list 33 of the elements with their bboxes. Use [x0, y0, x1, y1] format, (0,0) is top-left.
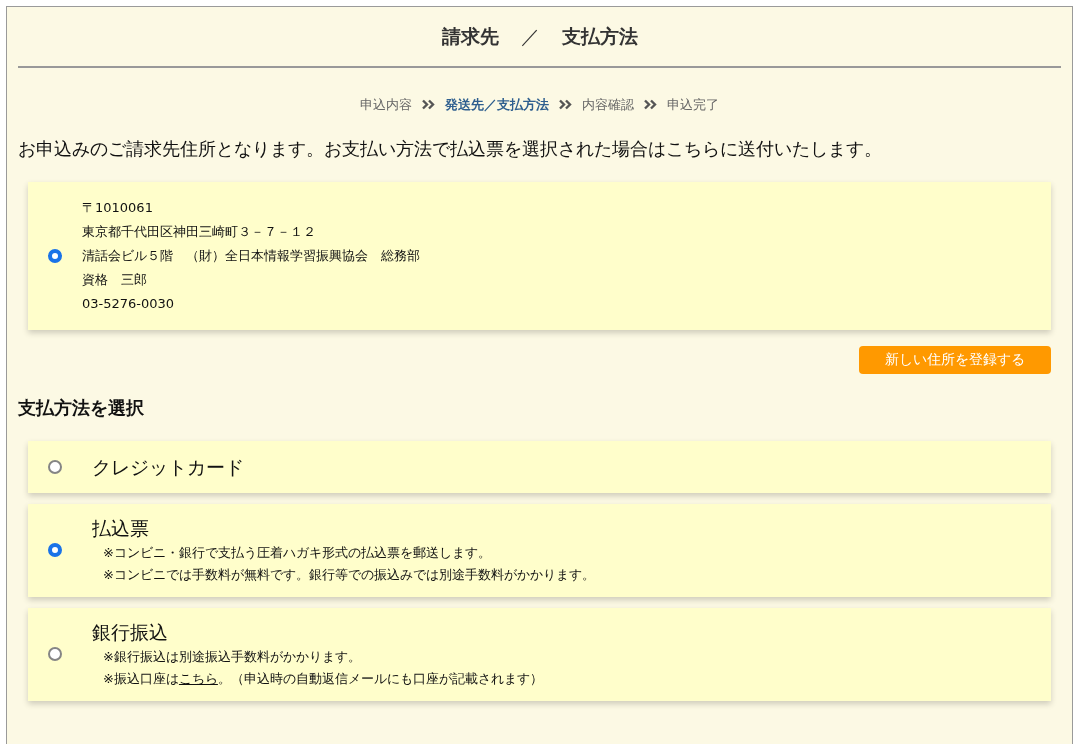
payment-option-card[interactable]: クレジットカード	[28, 440, 1051, 493]
account-link[interactable]: こちら	[178, 671, 218, 686]
note-text: ※振込口座はこちら。（申込時の自動返信メールにも口座が記載されます）	[102, 670, 543, 688]
progress-step: 申込完了	[667, 95, 719, 115]
address-line: 資格 三郎	[82, 270, 148, 289]
radio-button[interactable]	[48, 647, 62, 661]
double-chevron-icon	[644, 99, 657, 111]
progress-step: 発送先／支払方法	[445, 95, 549, 115]
title-separator: ／	[520, 24, 540, 50]
address-line: 〒1010061	[82, 198, 154, 217]
title-text: 請求先	[441, 24, 499, 50]
note-text: ※コンビニでは手数料が無料です。銀行等での振込みでは別途手数料がかかります。	[102, 566, 595, 584]
radio-button[interactable]	[48, 543, 62, 557]
intro-text: お申込みのご請求先住所となります。お支払い方法で払込票を選択された場合はこちらに送付いたします。	[18, 136, 883, 161]
address-line: 03-5276-0030	[82, 294, 176, 313]
payment-method-label: クレジットカード	[92, 454, 244, 480]
progress-step: 内容確認	[582, 95, 634, 115]
section-heading: 支払方法を選択	[18, 395, 145, 420]
address-line: 清話会ビル５階 （財）全日本情報学習振興協会 総務部	[82, 246, 420, 265]
address-line: 東京都千代田区神田三崎町３－７－１２	[82, 222, 317, 241]
note-text: ※銀行振込は別途振込手数料がかかります。	[102, 648, 362, 666]
payment-option-card[interactable]: 払込票 ※コンビニ・銀行で支払う圧着ハガキ形式の払込票を郵送します。 ※コンビニでは手数料が無料です。銀行等での振込みでは別途手数料がかかります。	[28, 503, 1051, 597]
radio-button[interactable]	[48, 248, 62, 263]
address-card[interactable]: 〒1010061 東京都千代田区神田三崎町３－７－１２ 清話会ビル５階 （財）全日本情報学習振興協会 総務部 資格 三郎 03-5276-0030	[28, 181, 1051, 330]
double-chevron-icon	[422, 99, 435, 111]
note-text: ※コンビニ・銀行で支払う圧着ハガキ形式の払込票を郵送します。	[102, 544, 492, 562]
title-text: 支払方法	[561, 24, 638, 50]
radio-button[interactable]	[48, 459, 62, 474]
double-chevron-icon	[559, 99, 572, 111]
payment-method-label: 銀行振込	[92, 620, 169, 645]
progress-step: 申込内容	[360, 95, 412, 115]
payment-option-card[interactable]: 銀行振込 ※銀行振込は別途振込手数料がかかります。 ※振込口座はこちら。（申込時の自動返信メールにも口座が記載されます）	[28, 607, 1051, 701]
payment-method-label: 払込票	[92, 516, 150, 541]
